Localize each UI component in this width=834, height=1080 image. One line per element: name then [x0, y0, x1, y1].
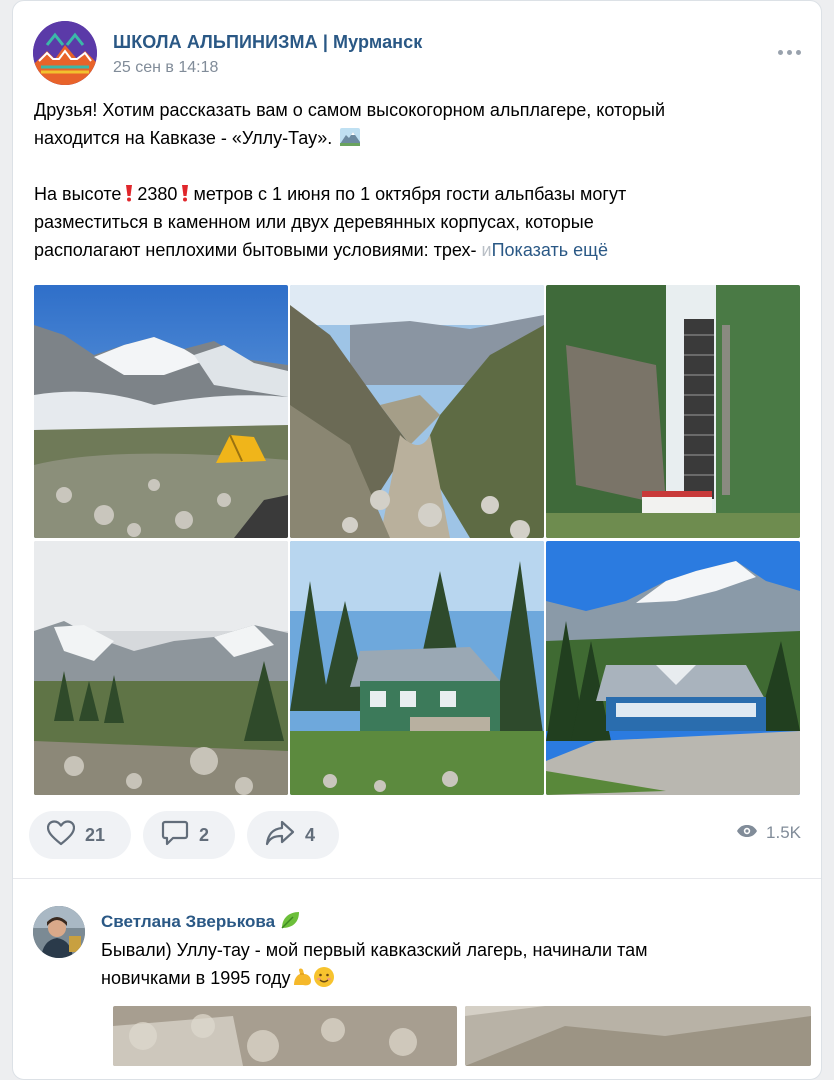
photo-funicular-rail[interactable]: [546, 285, 800, 538]
post-text-fade: и: [481, 240, 492, 260]
like-button[interactable]: 21: [29, 811, 131, 859]
smiling-face-emoji-icon: [313, 966, 335, 988]
post-text-line: метров с 1 июня по 1 октября гости альпб…: [193, 184, 627, 204]
share-icon: [265, 819, 295, 852]
post-text-line: На высоте: [34, 184, 122, 204]
views-count: 1.5K: [766, 823, 801, 842]
comment-line: новичками в 1995 году: [101, 968, 291, 988]
post-text-line: находится на Кавказе - «Уллу-Тау».: [34, 128, 333, 148]
share-count: 4: [305, 824, 316, 845]
comment-line: Бывали) Уллу-тау - мой первый кавказский…: [101, 940, 648, 960]
exclamation-emoji-icon: [125, 182, 133, 202]
share-button[interactable]: 4: [247, 811, 339, 859]
post-text-altitude: 2380: [137, 184, 178, 204]
comment-count: 2: [199, 824, 210, 845]
eye-icon: [736, 823, 758, 843]
post-author[interactable]: ШКОЛА АЛЬПИНИЗМА | Мурманск: [113, 32, 422, 53]
post-actions: 21 2 4 1.5K: [29, 811, 809, 861]
post-card: ШКОЛА АЛЬПИНИЗМА | Мурманск 25 сен в 14:…: [12, 0, 822, 1080]
post-text: Друзья! Хотим рассказать вам о самом выс…: [34, 96, 804, 264]
photo-alpine-meadow[interactable]: [34, 285, 288, 538]
flexed-biceps-emoji-icon: [291, 966, 313, 988]
post-text-line: Друзья! Хотим рассказать вам о самом выс…: [34, 100, 666, 120]
more-options-icon[interactable]: [775, 45, 803, 59]
post-text-line: разместиться в каменном или двух деревян…: [34, 212, 594, 232]
comment-photo-rocks[interactable]: [113, 1006, 457, 1066]
mountain-emoji-icon: [340, 126, 361, 146]
photo-mountain-valley[interactable]: [290, 285, 544, 538]
views-counter: 1.5K: [736, 823, 801, 843]
comment-photo-slope[interactable]: [465, 1006, 811, 1066]
photo-grid: [34, 285, 800, 795]
post-text-line: располагают неплохими бытовыми условиями…: [34, 240, 477, 260]
post-date[interactable]: 25 сен в 14:18: [113, 59, 218, 77]
photo-wooden-house[interactable]: [290, 541, 544, 795]
divider: [13, 878, 821, 879]
comment-text: Бывали) Уллу-тау - мой первый кавказский…: [101, 936, 781, 992]
comment-icon: [161, 819, 189, 852]
heart-icon: [46, 819, 76, 851]
community-avatar[interactable]: [33, 21, 97, 85]
comment-photos: [101, 1006, 811, 1066]
post-header: ШКОЛА АЛЬПИНИЗМА | Мурманск 25 сен в 14:…: [33, 21, 803, 85]
leaf-emoji-icon: [279, 910, 301, 930]
commenter-avatar[interactable]: [33, 906, 85, 958]
photo-cloudy-valley[interactable]: [34, 541, 288, 795]
like-count: 21: [85, 824, 106, 845]
exclamation-emoji-icon: [181, 182, 189, 202]
comment-button[interactable]: 2: [143, 811, 235, 859]
photo-camp-building[interactable]: [546, 541, 800, 795]
commenter-name[interactable]: Светлана Зверькова: [101, 910, 301, 932]
show-more-link[interactable]: Показать ещё: [492, 240, 608, 260]
commenter-name-text: Светлана Зверькова: [101, 912, 276, 931]
